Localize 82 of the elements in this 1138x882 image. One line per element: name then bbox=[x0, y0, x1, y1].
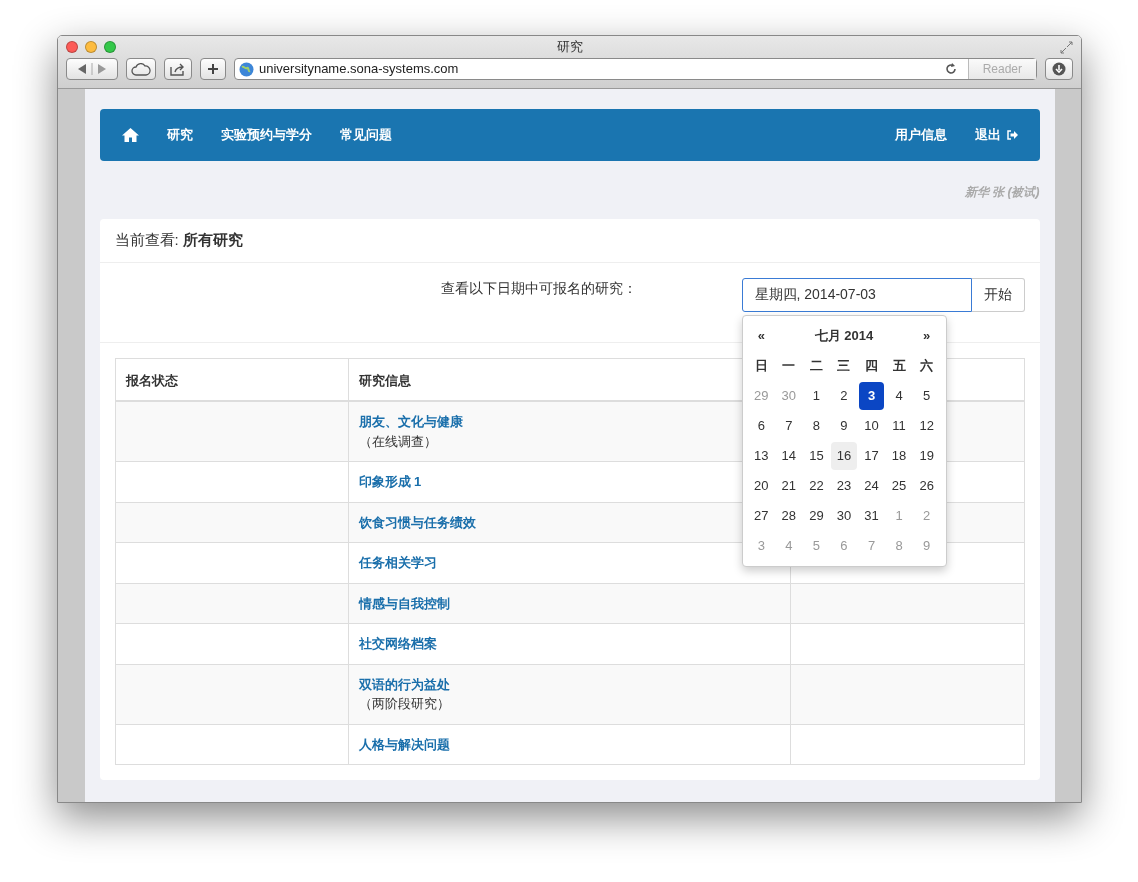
nav-link[interactable]: 常见问题 bbox=[325, 125, 406, 145]
calendar-day[interactable]: 20 bbox=[748, 471, 775, 500]
weekday-label: 五 bbox=[891, 356, 907, 375]
logout-icon bbox=[1006, 130, 1018, 140]
close-button[interactable] bbox=[66, 41, 78, 53]
zoom-button[interactable] bbox=[104, 41, 116, 53]
weekday-label: 二 bbox=[808, 356, 824, 375]
calendar-day[interactable]: 26 bbox=[913, 471, 940, 500]
nav-link[interactable]: 用户信息 bbox=[880, 125, 961, 145]
calendar-day[interactable]: 16 bbox=[831, 441, 857, 470]
weekday-label: 三 bbox=[836, 356, 852, 375]
share-icon bbox=[170, 62, 186, 76]
home-icon bbox=[121, 128, 139, 142]
study-note: （在线调查） bbox=[358, 433, 437, 449]
download-icon bbox=[1052, 62, 1066, 76]
share-button[interactable] bbox=[164, 58, 192, 80]
weekday-label: 日 bbox=[753, 356, 769, 375]
calendar-day[interactable]: 5 bbox=[913, 381, 940, 410]
calendar-day[interactable]: 17 bbox=[858, 441, 885, 470]
calendar-day[interactable]: 7 bbox=[776, 411, 802, 440]
globe-icon bbox=[239, 61, 254, 77]
nav-link-text: 用户信息 bbox=[894, 126, 947, 145]
study-link[interactable]: 人格与解决问题 bbox=[358, 736, 450, 752]
fullscreen-icon[interactable] bbox=[1060, 40, 1073, 54]
cloud-button[interactable] bbox=[126, 58, 156, 80]
nav-link[interactable]: 研究 bbox=[152, 125, 207, 145]
calendar-day[interactable]: 24 bbox=[858, 471, 885, 500]
calendar-day[interactable]: 31 bbox=[858, 501, 885, 530]
calendar-day[interactable]: 18 bbox=[886, 441, 912, 470]
calendar-day[interactable]: 29 bbox=[803, 501, 830, 530]
new-tab-button[interactable] bbox=[200, 58, 226, 80]
calendar-day[interactable]: 25 bbox=[886, 471, 912, 500]
go-button[interactable]: 开始 bbox=[971, 277, 1025, 312]
study-link[interactable]: 双语的行为益处 bbox=[358, 676, 450, 692]
nav-link[interactable]: 退出 bbox=[960, 125, 1032, 145]
url-text: universityname.sona-systems.com bbox=[259, 60, 459, 79]
calendar-day[interactable]: 27 bbox=[748, 501, 775, 530]
study-link[interactable]: 任务相关学习 bbox=[358, 555, 437, 570]
month-title[interactable]: 七月 2014 bbox=[776, 321, 912, 350]
calendar-day[interactable]: 19 bbox=[913, 441, 940, 470]
calendar-day[interactable]: 10 bbox=[858, 411, 885, 440]
user-name: 新华 张 (被试) bbox=[963, 184, 1040, 201]
calendar-day[interactable]: 23 bbox=[831, 471, 857, 500]
weekday-label: 四 bbox=[864, 356, 880, 375]
calendar-day[interactable]: 12 bbox=[913, 411, 940, 440]
calendar-day[interactable]: 6 bbox=[748, 411, 775, 440]
calendar-day[interactable]: 3 bbox=[858, 381, 885, 410]
calendar-day[interactable]: 9 bbox=[831, 411, 857, 440]
panel-heading: 当前查看: 所有研究 bbox=[99, 219, 1040, 263]
calendar-day[interactable]: 22 bbox=[803, 471, 830, 500]
plus-icon bbox=[207, 63, 219, 75]
address-bar[interactable]: universityname.sona-systems.com Reader bbox=[234, 58, 1037, 80]
prev-month-button[interactable]: « bbox=[748, 321, 775, 350]
study-link[interactable]: 朋友、文化与健康 bbox=[358, 414, 463, 429]
study-note: （两阶段研究） bbox=[358, 696, 450, 711]
window-title: 研究 bbox=[556, 38, 583, 57]
reload-icon[interactable] bbox=[944, 63, 957, 75]
calendar-day[interactable]: 4 bbox=[886, 381, 912, 410]
calendar-day[interactable]: 28 bbox=[776, 501, 802, 530]
weekday-label: 一 bbox=[781, 356, 797, 375]
calendar-day[interactable]: 11 bbox=[886, 411, 912, 440]
calendar-day[interactable]: 30 bbox=[831, 501, 857, 530]
back-forward-buttons[interactable] bbox=[66, 58, 118, 80]
study-link[interactable]: 饮食习惯与任务绩效 bbox=[358, 514, 476, 530]
study-link[interactable]: 社交网络档案 bbox=[358, 636, 437, 651]
nav-link[interactable]: 实验预约与学分 bbox=[206, 125, 326, 145]
study-link[interactable]: 印象形成 1 bbox=[358, 474, 422, 489]
calendar-day[interactable]: 15 bbox=[803, 441, 830, 470]
calendar-day[interactable]: 13 bbox=[748, 441, 775, 470]
calendar-day[interactable]: 8 bbox=[803, 411, 830, 440]
calendar-day[interactable]: 14 bbox=[776, 441, 802, 470]
study-link[interactable]: 情感与自我控制 bbox=[358, 595, 450, 611]
calendar-day[interactable]: 1 bbox=[803, 381, 830, 410]
nav-link-text: 退出 bbox=[974, 126, 1001, 145]
weekday-label: 六 bbox=[919, 356, 935, 375]
date-label: 查看以下日期中可报名的研究： bbox=[439, 279, 638, 298]
downloads-button[interactable] bbox=[1045, 58, 1073, 80]
cloud-icon bbox=[131, 62, 151, 76]
date-field[interactable]: 星期四, 2014-07-03 bbox=[741, 277, 972, 312]
calendar-day[interactable]: 2 bbox=[831, 381, 857, 410]
next-month-button[interactable]: » bbox=[913, 321, 940, 350]
calendar-day[interactable]: 21 bbox=[776, 471, 802, 500]
